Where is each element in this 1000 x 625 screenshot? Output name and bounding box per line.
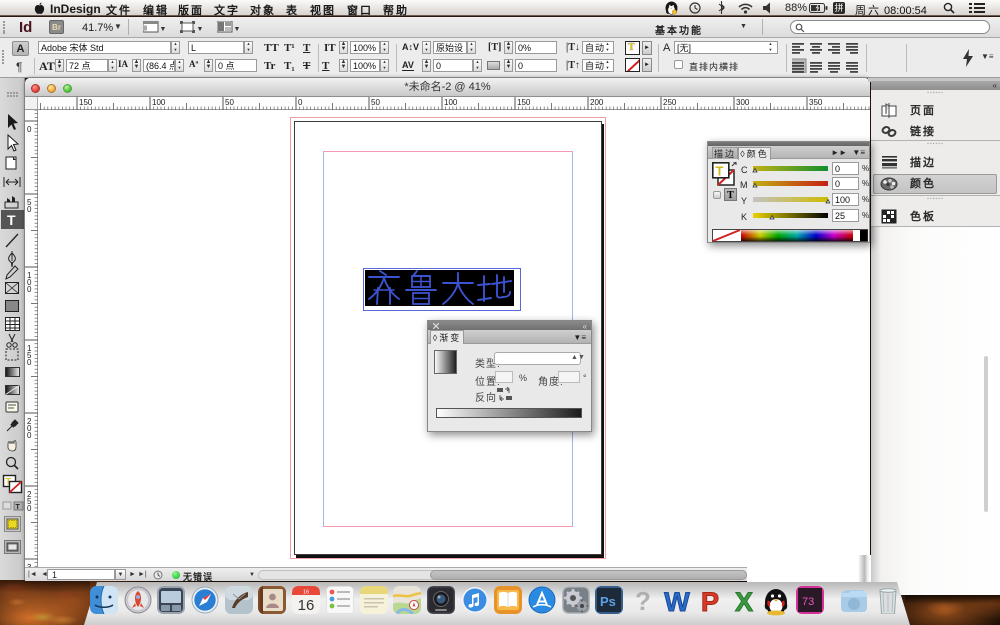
svg-text:T: T bbox=[7, 212, 16, 228]
svg-text:▼: ▼ bbox=[160, 26, 166, 33]
svg-text:200: 200 bbox=[590, 98, 604, 107]
svg-text:▼: ▼ bbox=[197, 26, 203, 33]
svg-text:0: 0 bbox=[27, 285, 32, 294]
svg-text:T: T bbox=[716, 164, 724, 179]
svg-text:100: 100 bbox=[444, 98, 458, 107]
svg-text:300: 300 bbox=[736, 98, 750, 107]
svg-text:100: 100 bbox=[152, 98, 166, 107]
svg-text:50: 50 bbox=[225, 98, 234, 107]
svg-text:50: 50 bbox=[371, 98, 380, 107]
svg-text:0: 0 bbox=[298, 98, 303, 107]
svg-text:250: 250 bbox=[663, 98, 677, 107]
svg-text:0: 0 bbox=[27, 358, 32, 367]
svg-text:150: 150 bbox=[79, 98, 93, 107]
svg-text:0: 0 bbox=[27, 205, 32, 214]
svg-text:0: 0 bbox=[27, 504, 32, 513]
svg-text:▼: ▼ bbox=[234, 26, 240, 33]
svg-text:T: T bbox=[16, 504, 21, 511]
svg-text:0: 0 bbox=[27, 125, 32, 134]
svg-text:0: 0 bbox=[27, 431, 32, 440]
svg-text:350: 350 bbox=[809, 98, 823, 107]
svg-text:150: 150 bbox=[517, 98, 531, 107]
